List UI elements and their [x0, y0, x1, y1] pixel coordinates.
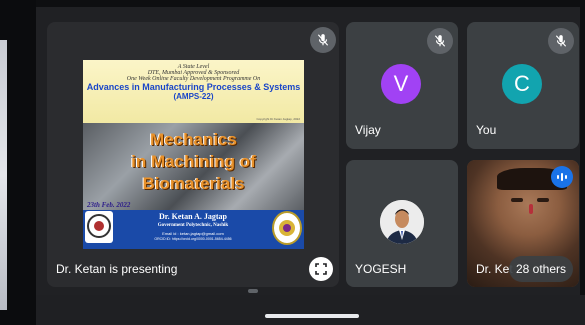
slide-presenter-orcid: ORCID iD: https://orcid.org/0000-0001-56…: [154, 237, 232, 241]
participant-name: Dr. Ket: [476, 262, 513, 276]
slide-program-code: (AMPS-22): [173, 92, 214, 101]
participant-tile-vijay[interactable]: V Vijay: [346, 22, 458, 149]
slide-title-line1: Mechanics: [150, 130, 237, 149]
fullscreen-button[interactable]: [309, 257, 333, 281]
device-edge-right: [580, 0, 585, 325]
participant-name: Vijay: [355, 123, 381, 137]
mic-off-icon: [310, 27, 336, 53]
mic-off-icon: [548, 28, 574, 54]
device-edge-left: [0, 0, 36, 325]
shared-slide: A State Level DTE, Mumbai Approved & Spo…: [83, 60, 304, 249]
page-indicator: [248, 289, 258, 293]
college-logo-icon: [85, 211, 113, 243]
slide-program-title: Advances in Manufacturing Processes & Sy…: [86, 82, 301, 92]
presenting-label: Dr. Ketan is presenting: [56, 262, 178, 276]
video-eye: [537, 198, 549, 202]
slide-copyright: Copyright Dr.Ketan Jagtap, 2022: [256, 117, 300, 121]
participant-tile-you[interactable]: C You: [467, 22, 579, 149]
slide-header-band: A State Level DTE, Mumbai Approved & Spo…: [83, 60, 304, 123]
slide-presenter-name: Dr. Ketan A. Jagtap: [159, 212, 227, 221]
fullscreen-icon: [315, 263, 327, 275]
video-tilak: [529, 204, 533, 214]
institute-seal-icon: [272, 211, 302, 245]
mic-off-icon: [427, 28, 453, 54]
avatar-initial: C: [514, 71, 530, 96]
slide-title-line2: in Machining of: [131, 152, 256, 171]
slide-presenter-institute: Government Polytechnic, Nashik: [157, 223, 229, 228]
bottom-bar: [36, 295, 585, 325]
participant-name: You: [476, 123, 497, 137]
slide-presenter-email: Email id : ketan.jagtap@gmail.com: [162, 231, 224, 236]
participant-name: YOGESH: [355, 262, 407, 276]
slide-date: 23th Feb. 2022: [87, 201, 131, 209]
device-edge-top: [36, 0, 585, 7]
others-count-badge[interactable]: 28 others: [509, 256, 573, 282]
avatar: [380, 200, 424, 244]
video-eye: [511, 198, 523, 202]
avatar-initial: V: [393, 71, 409, 96]
audio-bars-icon: [557, 173, 567, 181]
participant-tile-yogesh[interactable]: YOGESH: [346, 160, 458, 287]
slide-title-line3: Biomaterials: [142, 174, 245, 193]
others-count-label: 28 others: [515, 262, 567, 276]
home-indicator[interactable]: [265, 314, 359, 318]
speaking-indicator: [551, 166, 573, 188]
avatar: C: [502, 64, 542, 104]
avatar: V: [381, 64, 421, 104]
